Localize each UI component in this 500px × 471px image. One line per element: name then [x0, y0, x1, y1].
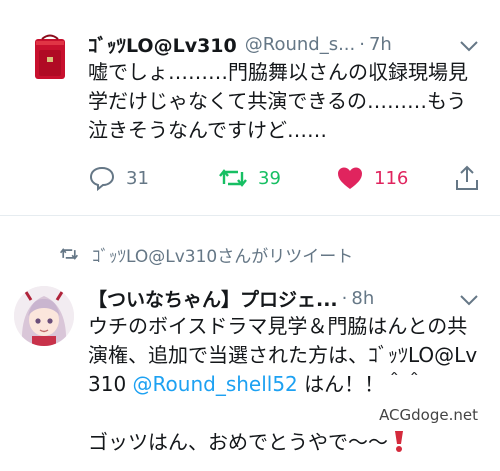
retweeted-by-text: ｺﾞｯﾂLO@Lv310さんがリツイート — [92, 246, 354, 267]
user-mention-link[interactable]: @Round_shell52 — [133, 372, 298, 396]
tweet-header: 【ついなちゃん】プロジェ... · 8h — [88, 284, 458, 312]
heart-icon — [338, 167, 362, 189]
school-bag-icon — [35, 34, 65, 79]
separator-dot: · — [359, 33, 365, 55]
user-handle[interactable]: @Round_s... — [245, 34, 356, 55]
retweet-button[interactable]: 39 — [218, 160, 281, 196]
share-icon — [456, 165, 478, 190]
like-button[interactable]: 116 — [336, 160, 408, 196]
reply-count: 31 — [126, 167, 149, 189]
like-count: 116 — [374, 167, 409, 189]
red-exclamation-emoji — [392, 429, 406, 461]
reply-icon — [89, 166, 115, 192]
tweet-actions: 31 39 116 — [88, 160, 488, 196]
separator-dot: · — [341, 287, 348, 309]
tweet-header: ｺﾞｯﾂLO@Lv310 @Round_s... · 7h — [88, 30, 458, 58]
retweeted-by-line[interactable]: ｺﾞｯﾂLO@Lv310さんがリツイート — [58, 240, 353, 268]
chevron-down-icon[interactable] — [458, 38, 480, 54]
watermark: ACGdoge.net — [379, 406, 478, 424]
tweet-text: 嘘でしょ………門脇舞以さんの収録現場見学だけじゃなくて共演できるの………もう泣き… — [88, 60, 468, 142]
tweet-text-line: ゴッツはん、おめでとうやで〜〜 — [88, 430, 388, 454]
retweet-small-icon — [59, 248, 79, 260]
share-button[interactable] — [454, 160, 480, 196]
chevron-down-icon[interactable] — [458, 292, 480, 308]
retweet-count: 39 — [258, 167, 281, 189]
avatar[interactable] — [22, 30, 78, 86]
tweet-text-part: はん！！＾＾ — [297, 372, 425, 396]
anime-character-avatar — [14, 286, 74, 346]
avatar[interactable] — [14, 286, 74, 346]
timestamp[interactable]: 8h — [351, 288, 374, 309]
tweet-2[interactable]: ｺﾞｯﾂLO@Lv310さんがリツイート 【ついなちゃん】プロジェ... · 8… — [0, 216, 500, 471]
timestamp[interactable]: 7h — [369, 34, 392, 55]
display-name[interactable]: ｺﾞｯﾂLO@Lv310 — [88, 31, 237, 58]
tweet-1[interactable]: ｺﾞｯﾂLO@Lv310 @Round_s... · 7h 嘘でしょ………門脇舞… — [0, 0, 500, 216]
reply-button[interactable]: 31 — [88, 160, 149, 196]
tweet-text: ウチのボイスドラマ見学＆門脇はんとの共演権、追加で当選された方は、ｺﾞｯﾂLO@… — [88, 312, 480, 461]
retweet-icon — [219, 169, 247, 187]
display-name[interactable]: 【ついなちゃん】プロジェ... — [88, 285, 338, 312]
